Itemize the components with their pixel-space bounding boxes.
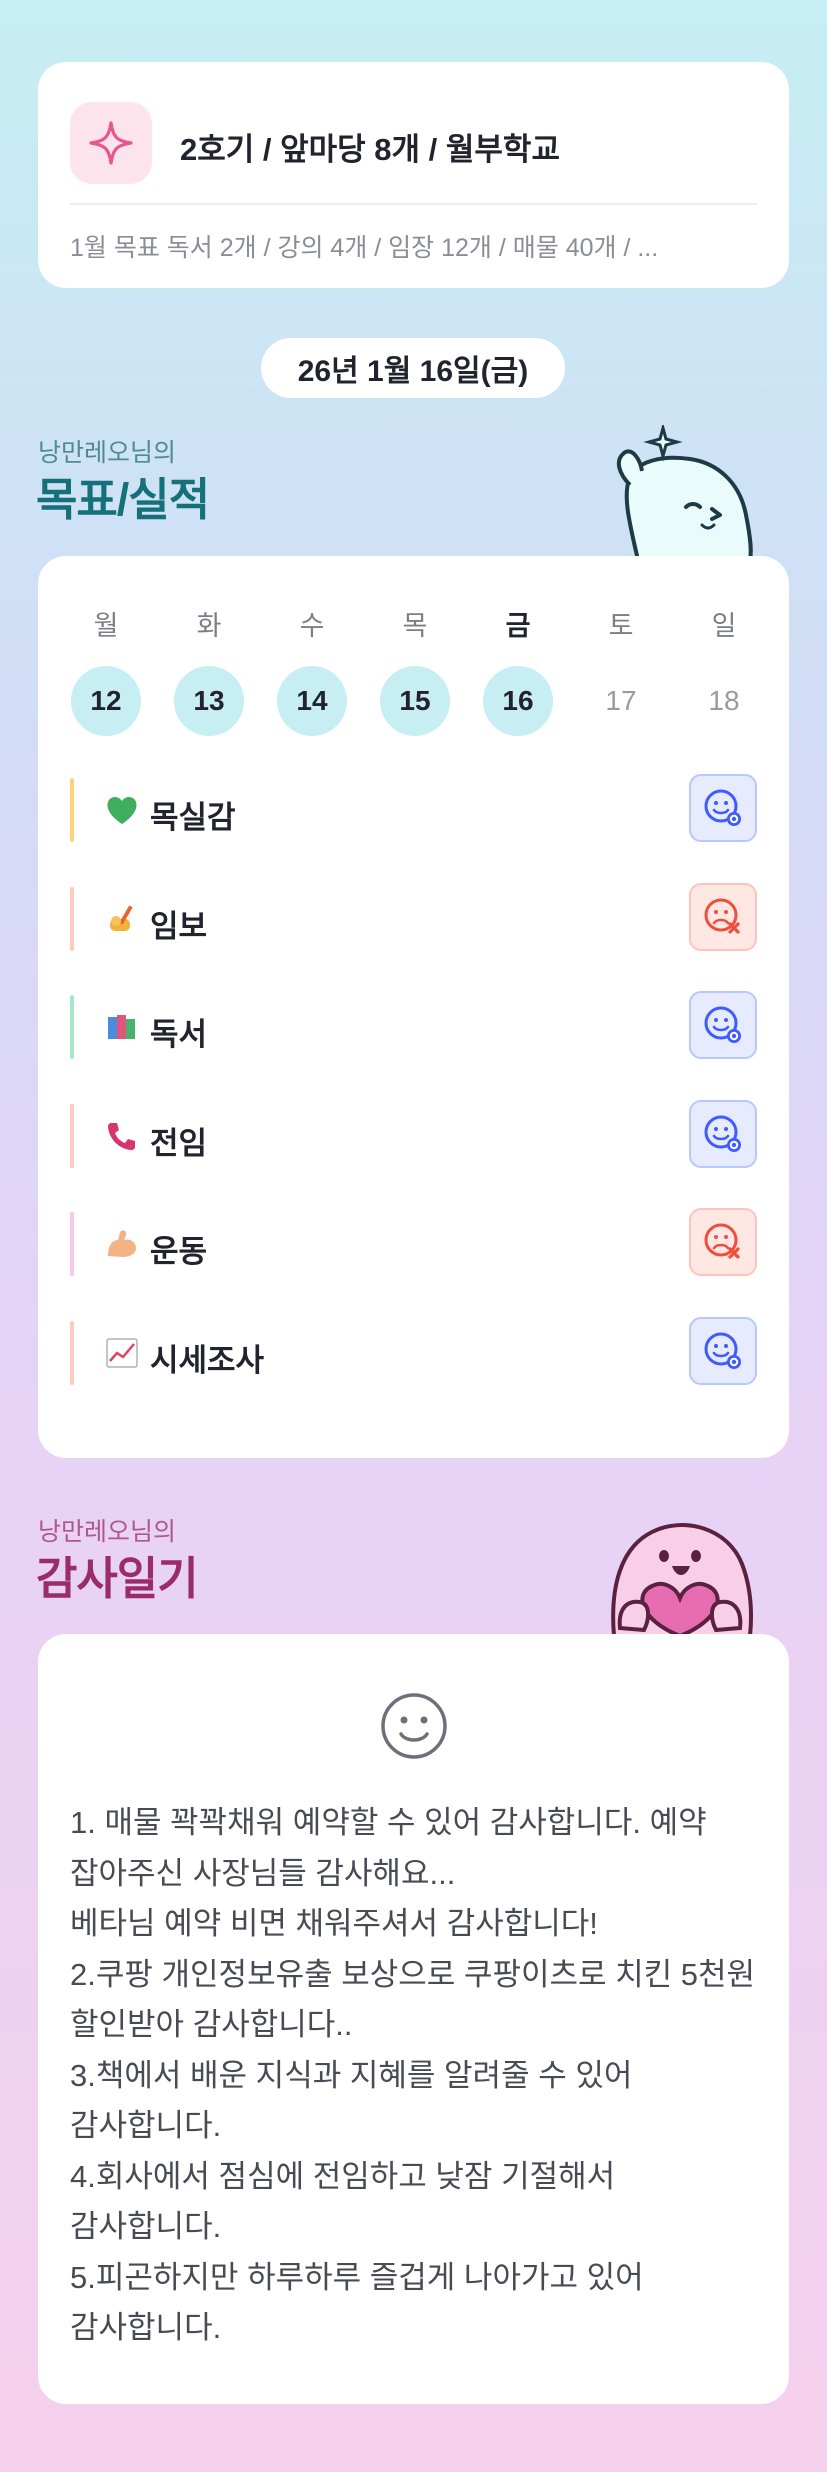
goal-row-1[interactable]: 목실감 [70,774,757,846]
goal-row-3[interactable]: 독서 [70,991,757,1063]
ghost-mascot-illustration [616,425,753,560]
goal-row-5[interactable]: 운동 [70,1208,757,1280]
divider [70,203,757,205]
day-number[interactable]: 16 [483,666,553,736]
goal-label: 시세조사 [150,1342,265,1378]
pink-mascot-heart-illustration [611,1523,754,1636]
gratitude-diary-text: 1. 매물 꽉꽉채워 예약할 수 있어 감사합니다. 예약 잡아주신 사장님들 … [70,1805,756,2345]
weekday-label: 화 [196,611,222,641]
goal-row-4[interactable]: 전임 [70,1099,757,1172]
smiley-face-icon [381,1693,447,1759]
day-number[interactable]: 15 [380,666,450,736]
goal-label: 독서 [150,1017,208,1052]
goal-label: 목실감 [150,800,236,835]
goal-accent-bar [70,1212,74,1276]
weekday-label: 금 [505,611,531,641]
goal-row-2[interactable]: 임보 [70,882,757,955]
weekday-label: 목 [402,611,428,641]
goal-accent-bar [70,886,74,951]
goal-accent-bar [70,1103,74,1168]
telephone-receiver-icon [104,1118,140,1154]
goal-achieved-icon[interactable] [689,991,757,1059]
goal-summary-card[interactable]: 2호기 / 앞마당 8개 / 월부학교 1월 목표 독서 2개 / 강의 4개 … [38,62,789,288]
green-heart-icon [104,792,140,828]
day-number[interactable]: 18 [689,666,759,736]
books-icon [104,1009,140,1045]
goal-accent-bar [70,995,74,1059]
goal-label: 운동 [150,1234,208,1269]
goal-row-6[interactable]: 시세조사 [70,1316,757,1389]
goal-achieved-icon[interactable] [689,774,757,842]
day-number[interactable]: 12 [71,666,141,736]
thanks-section-title: 감사일기 [36,1553,199,1604]
sparkle-icon [70,102,152,184]
writing-hand-icon [104,901,140,937]
goal-accent-bar [70,778,74,842]
goal-label: 임보 [150,908,208,944]
goal-accent-bar [70,1320,74,1385]
goal-achieved-icon[interactable] [689,1099,757,1168]
day-number[interactable]: 14 [277,666,347,736]
weekday-label: 토 [608,611,634,641]
goals-section-title: 목표/실적 [36,474,210,525]
weekday-label: 일 [711,611,737,641]
date-label: 26년 1월 16일(금) [261,338,565,398]
goal-label: 전임 [150,1125,208,1161]
chart-increasing-icon [104,1335,140,1371]
monthly-goal-text: 1월 목표 독서 2개 / 강의 4개 / 임장 12개 / 매물 40개 / … [70,234,659,262]
weekday-label: 월 [93,611,119,641]
day-number[interactable]: 13 [174,666,244,736]
summary-title: 2호기 / 앞마당 8개 / 월부학교 [180,132,560,167]
goals-card: 월 12 화 13 수 14 목 15 금 16 토 17 일 18 목실감임보독서전임운동시세조사 [38,556,789,1458]
goal-missed-icon[interactable] [689,882,757,951]
goal-missed-icon[interactable] [689,1208,757,1276]
gratitude-card[interactable]: 1. 매물 꽉꽉채워 예약할 수 있어 감사합니다. 예약 잡아주신 사장님들 … [38,1634,789,2404]
goal-achieved-icon[interactable] [689,1316,757,1385]
weekday-label: 수 [299,611,325,641]
flexed-biceps-icon [104,1226,140,1262]
day-number[interactable]: 17 [586,666,656,736]
